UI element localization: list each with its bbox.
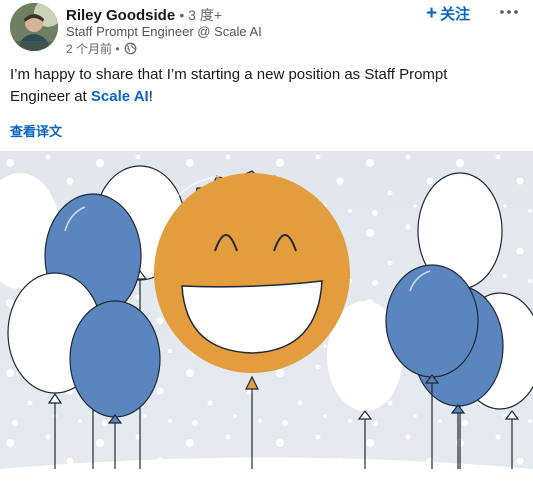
post-header: Riley Goodside • 3 度+ Staff Prompt Engin… xyxy=(0,0,533,60)
feed-post: Riley Goodside • 3 度+ Staff Prompt Engin… xyxy=(0,0,533,481)
author-avatar[interactable] xyxy=(10,3,58,51)
avatar-photo xyxy=(10,3,58,51)
globe-icon xyxy=(124,42,136,55)
see-translation-link[interactable]: 查看译文 xyxy=(10,121,62,140)
post-image[interactable] xyxy=(0,151,533,481)
follow-button[interactable]: + 关注 xyxy=(426,3,470,24)
connection-degree: • 3 度+ xyxy=(179,7,223,23)
company-mention-link[interactable]: Scale AI xyxy=(91,88,149,105)
follow-label: 关注 xyxy=(440,6,471,23)
post-meta: 2 个月前 • xyxy=(66,40,137,57)
more-options-icon xyxy=(500,10,518,14)
post-body: I’m happy to share that I’m starting a n… xyxy=(10,64,510,108)
post-text-before: I’m happy to share that I’m starting a n… xyxy=(10,66,448,105)
post-timestamp: 2 个月前 • xyxy=(66,42,120,56)
author-name[interactable]: Riley Goodside xyxy=(66,7,175,24)
author-headline: Staff Prompt Engineer @ Scale AI xyxy=(66,24,262,39)
post-text-after: ! xyxy=(148,88,153,105)
plus-icon: + xyxy=(426,3,438,24)
celebration-balloons-smiley xyxy=(0,151,533,481)
author-line: Riley Goodside • 3 度+ xyxy=(66,5,222,25)
more-options-button[interactable] xyxy=(498,4,520,20)
